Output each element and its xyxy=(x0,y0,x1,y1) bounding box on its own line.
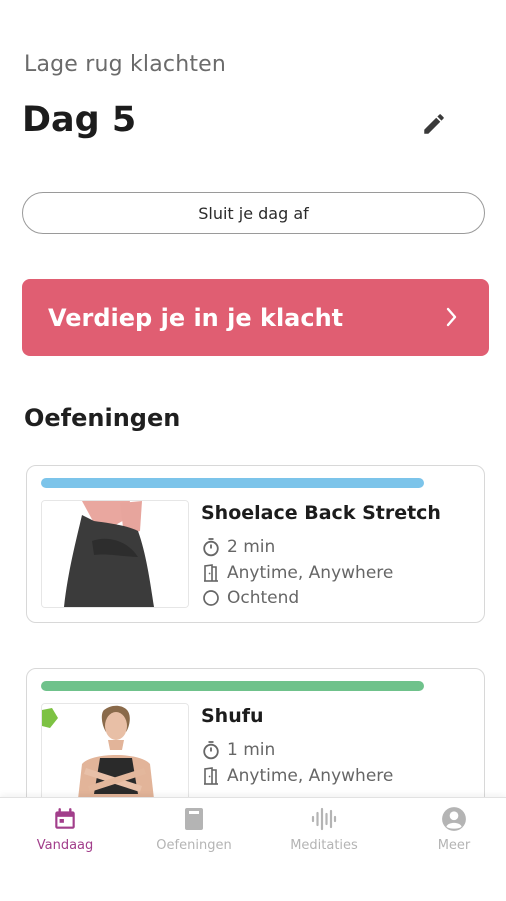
exercise-thumbnail xyxy=(41,500,189,608)
nav-label: Oefeningen xyxy=(156,838,232,853)
exercise-location: Anytime, Anywhere xyxy=(201,766,393,786)
close-day-label: Sluit je dag af xyxy=(198,203,309,223)
nav-item-meditaties[interactable]: Meditaties xyxy=(261,806,387,853)
nav-label: Meditaties xyxy=(290,838,358,853)
exercise-card-shufu[interactable]: Shufu 1 min Anytime, Anywhere xyxy=(26,668,485,818)
page-title: Dag 5 xyxy=(22,100,137,140)
exercise-time-of-day: Ochtend xyxy=(201,588,299,608)
pencil-icon xyxy=(424,114,444,134)
stopwatch-icon xyxy=(203,538,219,557)
door-icon xyxy=(204,767,218,785)
nav-label: Meer xyxy=(437,838,471,853)
nav-item-meer[interactable]: Meer xyxy=(391,806,506,853)
profile-icon xyxy=(442,807,466,831)
progress-bar xyxy=(41,478,424,488)
calendar-icon xyxy=(55,808,75,829)
soundwave-icon xyxy=(311,807,337,831)
exercise-card-shoelace-back-stretch[interactable]: Shoelace Back Stretch 2 min Anytime, Any… xyxy=(26,465,485,623)
close-day-button[interactable]: Sluit je dag af xyxy=(22,192,485,234)
edit-button[interactable] xyxy=(418,108,450,140)
exercise-duration: 2 min xyxy=(201,537,275,557)
exercises-section-title: Oefeningen xyxy=(24,404,181,432)
bottom-navigation: Vandaag Oefeningen Meditaties Meer xyxy=(0,797,506,901)
chevron-right-icon xyxy=(446,307,457,327)
exercise-name: Shufu xyxy=(201,705,264,727)
program-subtitle: Lage rug klachten xyxy=(24,52,227,77)
nav-item-vandaag[interactable]: Vandaag xyxy=(2,806,128,853)
circle-icon xyxy=(203,590,219,606)
exercise-location: Anytime, Anywhere xyxy=(201,563,393,583)
progress-bar xyxy=(41,681,424,691)
exercise-name: Shoelace Back Stretch xyxy=(201,502,441,524)
door-icon xyxy=(204,564,218,582)
exercise-duration: 1 min xyxy=(201,740,275,760)
nav-item-oefeningen[interactable]: Oefeningen xyxy=(131,806,257,853)
deepen-complaint-label: Verdiep je in je klacht xyxy=(48,303,344,332)
stopwatch-icon xyxy=(203,741,219,760)
deepen-complaint-banner[interactable]: Verdiep je in je klacht xyxy=(22,279,489,356)
nav-label: Vandaag xyxy=(36,838,94,853)
book-icon xyxy=(185,808,203,830)
